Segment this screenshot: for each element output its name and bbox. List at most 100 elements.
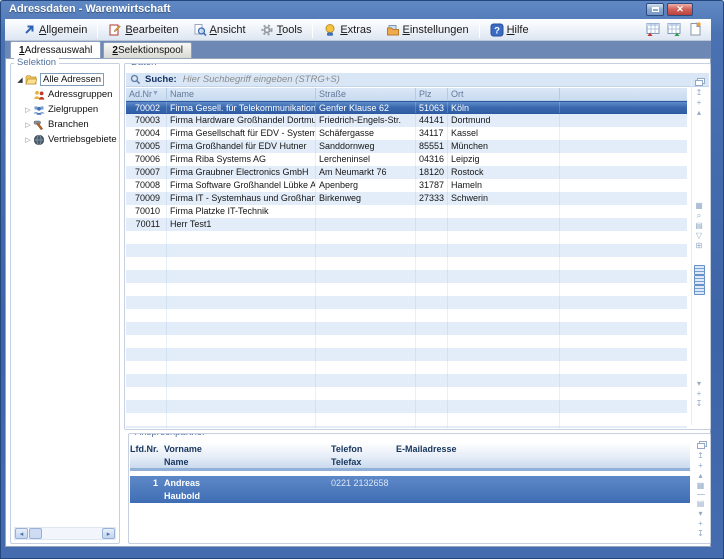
- empty-cell: [559, 244, 687, 257]
- ansprechpartner-groupbox: Ansprechpartner Lfd.Nr.VornameNameTelefo…: [128, 433, 711, 544]
- contact-cell: 0221 2132658: [331, 476, 396, 503]
- tree-item-zielgruppen[interactable]: ▷Zielgruppen: [11, 102, 119, 117]
- scroll-bottom-icon[interactable]: ↧: [693, 399, 706, 408]
- divider-icon[interactable]: [694, 491, 707, 499]
- tree-item-vertriebsgebiete[interactable]: ▷Vertriebsgebiete: [11, 132, 119, 147]
- menu-item-einstellungen[interactable]: Einstellungen: [379, 19, 476, 40]
- scroll-right-button[interactable]: ▸: [102, 528, 115, 539]
- contact-row[interactable]: 1AndreasHaubold0221 2132658: [130, 476, 690, 503]
- menu-item-label: Extras: [340, 24, 371, 36]
- empty-table-row: [126, 296, 687, 309]
- empty-cell: [315, 413, 415, 426]
- table-export-icon[interactable]: [645, 21, 661, 37]
- menu-item-extras[interactable]: Extras: [316, 19, 378, 40]
- menu-item-bearbeiten[interactable]: Bearbeiten: [101, 19, 185, 40]
- new-document-icon[interactable]: [687, 21, 703, 37]
- collapsed-arrow-icon[interactable]: ▷: [23, 136, 33, 144]
- menu-item-label: Tools: [277, 24, 303, 36]
- menu-item-ansicht[interactable]: Ansicht: [186, 19, 253, 40]
- scroll-down-icon[interactable]: ▾: [693, 379, 706, 388]
- scroll-down-icon[interactable]: ▾: [694, 509, 707, 518]
- collapsed-arrow-icon[interactable]: ▷: [23, 106, 33, 114]
- empty-cell: [126, 387, 166, 400]
- sum-icon[interactable]: ▤: [694, 499, 707, 508]
- collapsed-arrow-icon[interactable]: ▷: [23, 121, 33, 129]
- empty-cell: [447, 244, 559, 257]
- table-import-icon[interactable]: [666, 21, 682, 37]
- close-button[interactable]: ✕: [667, 3, 693, 16]
- table-row[interactable]: 70008Firma Software Großhandel Lübke AGA…: [126, 179, 687, 192]
- table-row[interactable]: 70004Firma Gesellschaft für EDV - System…: [126, 127, 687, 140]
- scroll-left-button[interactable]: ◂: [15, 528, 28, 539]
- tab-1-adressauswahl[interactable]: 1 Adressauswahl: [10, 41, 101, 58]
- scroll-top-icon[interactable]: ↥: [693, 88, 706, 97]
- copy-icon[interactable]: [693, 78, 706, 87]
- scrollbar-thumb[interactable]: [29, 528, 42, 539]
- table-row[interactable]: 70006Firma Riba Systems AGLercheninsel04…: [126, 153, 687, 166]
- menu-item-hilfe[interactable]: ?Hilfe: [483, 19, 536, 40]
- empty-table-row: [126, 244, 687, 257]
- header-cell-name[interactable]: Name: [166, 88, 315, 100]
- title-bar: Adressdaten - Warenwirtschaft ✕: [1, 1, 723, 19]
- scroll-top-icon[interactable]: ↥: [694, 451, 707, 460]
- tree-item-branchen[interactable]: ▷Branchen: [11, 117, 119, 132]
- header-cell-ad-nr[interactable]: Ad.Nr▼: [126, 88, 166, 100]
- empty-cell: [447, 400, 559, 413]
- search-small-icon[interactable]: ⌕: [693, 211, 706, 220]
- sum-icon[interactable]: ▤: [693, 221, 706, 230]
- scroll-up-icon[interactable]: ▴: [694, 471, 707, 480]
- table-cell: Firma Hardware Großhandel Dortmund: [166, 114, 315, 127]
- expanded-arrow-icon[interactable]: ◢: [15, 76, 25, 84]
- restore-button[interactable]: [646, 3, 664, 16]
- menu-item-allgemein[interactable]: Allgemein: [15, 19, 94, 40]
- table-row[interactable]: 70002Firma Gesell. für Telekommunikation…: [126, 101, 687, 114]
- table-cell: München: [447, 140, 559, 153]
- contact-header-telefon: TelefonTelefax: [331, 442, 396, 468]
- menu-items: Allgemein Bearbeiten Ansicht Tools Extras Ein…: [15, 19, 536, 40]
- list-button-2[interactable]: [693, 275, 706, 284]
- table-row[interactable]: 70005Firma Großhandel für EDV HutnerSand…: [126, 140, 687, 153]
- table-row[interactable]: 70009Firma IT - Systemhaus und Großhande…: [126, 192, 687, 205]
- add-down-icon[interactable]: +: [693, 389, 706, 398]
- grid-icon[interactable]: ▦: [694, 481, 707, 490]
- table-cell: Am Neumarkt 76: [315, 166, 415, 179]
- table-row[interactable]: 70007Firma Graubner Electronics GmbHAm N…: [126, 166, 687, 179]
- table-row[interactable]: 70003Firma Hardware Großhandel DortmundF…: [126, 114, 687, 127]
- list-button-3[interactable]: [693, 285, 706, 294]
- tree-item-alle-adressen[interactable]: ◢Alle Adressen: [11, 72, 119, 87]
- table-cell: 70002: [126, 102, 166, 113]
- header-cell-stra-e[interactable]: Straße: [315, 88, 415, 100]
- contact-table-header[interactable]: Lfd.Nr.VornameNameTelefonTelefaxE-Mailad…: [130, 442, 690, 471]
- table-row[interactable]: 70010Firma Platzke IT-Technik: [126, 205, 687, 218]
- content-panel: Selektion ◢Alle AdressenAdressgruppen▷Zi…: [5, 58, 711, 547]
- add-icon[interactable]: +: [694, 461, 707, 470]
- add-icon[interactable]: +: [693, 98, 706, 107]
- header-cell-ort[interactable]: Ort: [447, 88, 559, 100]
- sort-descending-icon[interactable]: ▼: [152, 88, 159, 100]
- scroll-right-icon: ▸: [107, 530, 111, 538]
- empty-cell: [315, 361, 415, 374]
- tree-item-adressgruppen[interactable]: Adressgruppen: [11, 87, 119, 102]
- list-button-1[interactable]: [693, 265, 706, 274]
- tab-2-selektionspool[interactable]: 2 Selektionspool: [103, 42, 192, 58]
- table-cell: Firma Gesellschaft für EDV - Systeme: [166, 127, 315, 140]
- selektion-groupbox: Selektion ◢Alle AdressenAdressgruppen▷Zi…: [10, 63, 120, 544]
- table-header[interactable]: Ad.Nr▼NameStraßePlzOrt: [126, 88, 687, 101]
- empty-cell: [447, 361, 559, 374]
- grid-icon[interactable]: ▦: [693, 201, 706, 210]
- scroll-up-icon[interactable]: ▴: [693, 108, 706, 117]
- table-row[interactable]: 70011Herr Test1: [126, 218, 687, 231]
- add-down-icon[interactable]: +: [694, 519, 707, 528]
- empty-cell: [126, 400, 166, 413]
- copy-icon[interactable]: [694, 442, 707, 450]
- search-input[interactable]: [181, 74, 709, 86]
- filter-icon[interactable]: ▽: [693, 231, 706, 240]
- menu-item-label: Ansicht: [210, 24, 246, 36]
- menu-item-tools[interactable]: Tools: [253, 19, 310, 40]
- table-cell: [447, 218, 559, 231]
- scroll-bottom-icon[interactable]: ↧: [694, 529, 707, 538]
- header-cell-plz[interactable]: Plz: [415, 88, 447, 100]
- windows-icon[interactable]: ⊞: [693, 241, 706, 250]
- tree-horizontal-scrollbar[interactable]: ◂ ▸: [14, 527, 116, 540]
- empty-cell: [447, 348, 559, 361]
